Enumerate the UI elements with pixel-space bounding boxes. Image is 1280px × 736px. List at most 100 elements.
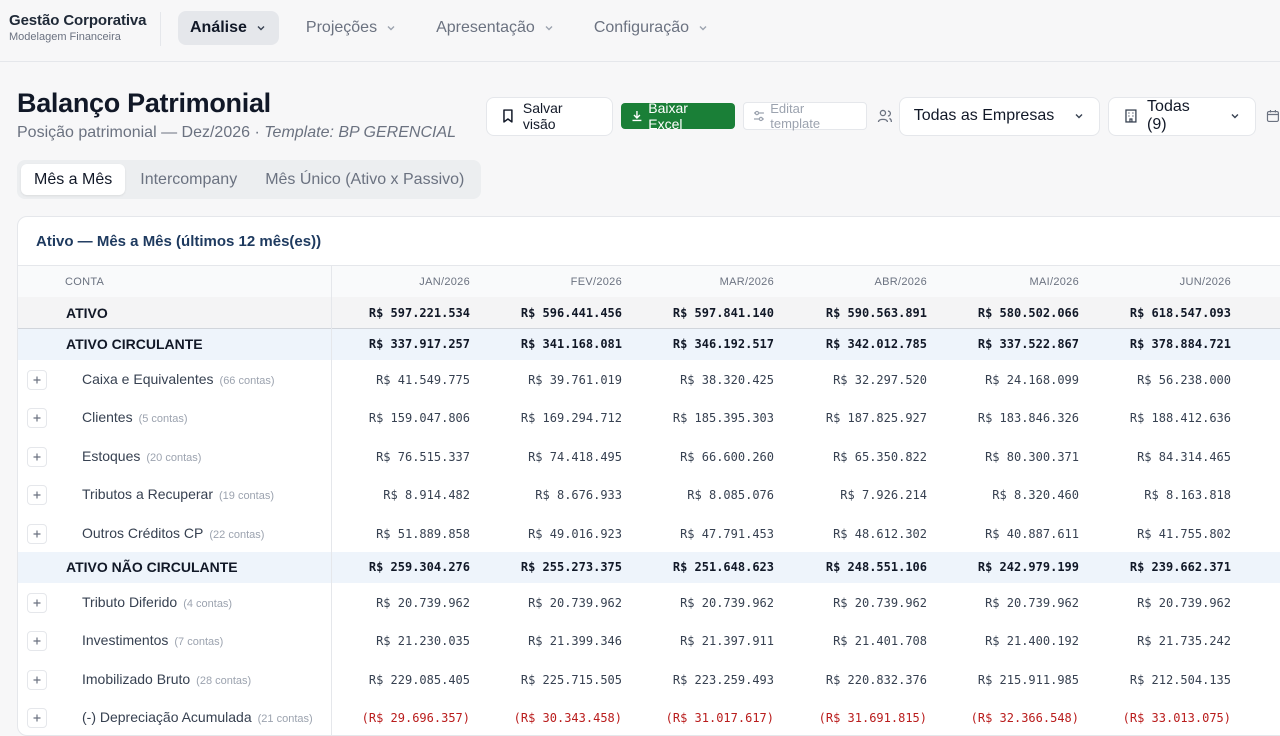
expand-row-button[interactable] — [27, 408, 47, 429]
entity-select-value: Todas (9) — [1147, 98, 1190, 133]
brand-subtitle: Modelagem Financeira — [9, 31, 121, 43]
save-view-button[interactable]: Salvar visão — [486, 96, 614, 136]
company-select[interactable]: Todas as Empresas — [898, 96, 1101, 136]
account-label: Investimentos — [82, 632, 169, 649]
nav-analise[interactable]: Análise — [178, 11, 279, 45]
value-cell: R$ 21.401.708 — [833, 634, 927, 649]
value-cell: R$ 337.522.867 — [977, 337, 1079, 351]
value-cell: (R$ 32.366.548) — [970, 711, 1079, 726]
save-view-label: Salvar visão — [522, 100, 563, 132]
value-cell: R$ 225.715.505 — [520, 672, 622, 687]
value-cell: (R$ 30.343.458) — [513, 711, 622, 726]
account-count: (66 contas) — [219, 375, 275, 387]
subtitle-template: Template: BP GERENCIAL — [264, 124, 457, 141]
value-cell: R$ 39.761.019 — [528, 373, 622, 387]
tab-mes-unico[interactable]: Mês Único (Ativo x Passivo) — [252, 164, 477, 195]
tab-intercompany[interactable]: Intercompany — [127, 164, 250, 195]
company-select-value: Todas as Empresas — [913, 107, 1055, 124]
balance-table: CONTA JAN/2026 FEV/2026 MAR/2026 ABR/202… — [18, 265, 1280, 735]
expand-row-button[interactable] — [27, 523, 47, 544]
entity-select[interactable]: Todas (9) — [1108, 96, 1257, 136]
expand-row-button[interactable] — [27, 446, 47, 467]
value-cell: R$ 21.735.242 — [1137, 634, 1231, 649]
expand-row-button[interactable] — [27, 592, 47, 613]
value-cell: R$ 596.441.456 — [520, 306, 622, 320]
column-header-month: FEV/2026 — [570, 276, 622, 288]
account-name: Estoques (20 contas) — [82, 448, 201, 464]
column-header-month: ABR/2026 — [874, 276, 927, 288]
column-divider — [331, 265, 332, 735]
account-count: (5 contas) — [138, 413, 188, 426]
value-cell: R$ 169.294.712 — [520, 411, 622, 426]
account-label: (-) Depreciação Acumulada — [82, 709, 252, 726]
total-row: ATIVO R$ 597.221.534 R$ 596.441.456 R$ 597.… — [18, 297, 1280, 329]
plus-icon — [33, 491, 41, 499]
plus-icon — [33, 599, 41, 607]
nav-configuracao[interactable]: Configuração — [582, 11, 721, 45]
value-cell: R$ 215.911.985 — [977, 672, 1079, 687]
table-row[interactable]: Tributo Diferido (4 contas) R$ 20.739.962 R… — [18, 583, 1280, 621]
expand-row-button[interactable] — [27, 669, 47, 690]
expand-row-button[interactable] — [27, 370, 47, 390]
nav-apresentacao[interactable]: Apresentação — [424, 11, 567, 45]
expand-row-button[interactable] — [27, 708, 47, 729]
value-cell: R$ 8.914.482 — [383, 488, 470, 503]
value-cell: R$ 188.412.636 — [1129, 411, 1231, 426]
value-cell: R$ 187.825.927 — [825, 411, 927, 426]
value-cell: R$ 337.917.257 — [368, 337, 470, 351]
account-label: Clientes — [82, 409, 133, 426]
value-cell: R$ 580.502.066 — [977, 306, 1079, 320]
table-row[interactable]: Imobilizado Bruto (28 contas) R$ 229.085.4… — [18, 660, 1280, 698]
table-row[interactable]: Outros Créditos CP (22 contas) R$ 51.889.8… — [18, 514, 1280, 552]
account-count: (22 contas) — [209, 528, 265, 541]
main-nav: Análise Projeções Apresentação Configura… — [178, 11, 721, 45]
nav-projecoes[interactable]: Projeções — [294, 11, 409, 45]
value-cell: R$ 24.168.099 — [985, 373, 1079, 387]
value-cell: R$ 20.739.962 — [833, 595, 927, 610]
plus-icon — [33, 376, 41, 384]
subtotal-row: ATIVO NÃO CIRCULANTE R$ 259.304.276 R$ 255… — [18, 551, 1280, 583]
value-cell: R$ 32.297.520 — [833, 373, 927, 387]
table-row[interactable]: (-) Depreciação Acumulada (21 contas) (R$ … — [18, 698, 1280, 735]
value-cell: R$ 66.600.260 — [680, 449, 774, 464]
tab-mes-a-mes[interactable]: Mês a Mês — [21, 164, 126, 195]
value-cell: (R$ 33.013.075) — [1122, 711, 1231, 726]
account-label: ATIVO CIRCULANTE — [66, 336, 203, 352]
value-cell: R$ 220.832.376 — [825, 672, 927, 687]
value-cell: R$ 259.304.276 — [368, 559, 470, 574]
value-cell: R$ 342.012.785 — [825, 337, 927, 351]
download-excel-button[interactable]: Baixar Excel — [621, 100, 736, 132]
table-row[interactable]: Investimentos (7 contas) R$ 21.230.035 R$ 2… — [18, 621, 1280, 659]
edit-template-button[interactable]: Editar template — [743, 101, 867, 131]
account-label: Estoques — [82, 447, 141, 464]
value-cell: R$ 74.418.495 — [528, 449, 622, 464]
table-row[interactable]: Tributos a Recuperar (19 contas) R$ 8.914.… — [18, 475, 1280, 513]
account-label: ATIVO — [66, 305, 108, 321]
value-cell: R$ 21.230.035 — [376, 634, 470, 649]
table-row[interactable]: Clientes (5 contas) R$ 159.047.806 R$ 169.2… — [18, 398, 1280, 436]
value-cell: R$ 47.791.453 — [680, 526, 774, 541]
value-cell: R$ 21.397.911 — [680, 634, 774, 649]
account-name: ATIVO NÃO CIRCULANTE — [66, 559, 238, 575]
column-header-month: MAI/2026 — [1029, 276, 1079, 288]
brand[interactable]: Gestão Corporativa Modelagem Financeira — [9, 12, 147, 43]
value-cell: R$ 49.016.923 — [528, 526, 622, 541]
view-tabs: Mês a Mês Intercompany Mês Único (Ativo … — [17, 160, 482, 199]
sliders-icon — [754, 110, 765, 122]
expand-row-button[interactable] — [27, 485, 47, 506]
brand-divider — [160, 12, 161, 46]
value-cell: R$ 56.238.000 — [1137, 373, 1231, 387]
nav-label: Apresentação — [436, 19, 535, 36]
table-row[interactable]: Caixa e Equivalentes (66 contas) R$ 41.549… — [18, 360, 1280, 398]
value-cell: R$ 248.551.106 — [825, 559, 927, 574]
toolbar: Salvar visão Baixar Excel Editar templat… — [486, 96, 1280, 136]
table-row[interactable]: Estoques (20 contas) R$ 76.515.337 R$ 74.41… — [18, 437, 1280, 475]
account-name: Imobilizado Bruto (28 contas) — [82, 671, 251, 687]
value-cell: R$ 20.739.962 — [528, 595, 622, 610]
column-header-account: CONTA — [65, 276, 105, 288]
chevron-down-icon — [545, 26, 553, 31]
expand-row-button[interactable] — [27, 631, 47, 652]
value-cell: R$ 8.085.076 — [687, 488, 774, 503]
account-label: Tributos a Recuperar — [82, 486, 213, 503]
calendar-icon[interactable] — [1266, 109, 1280, 123]
